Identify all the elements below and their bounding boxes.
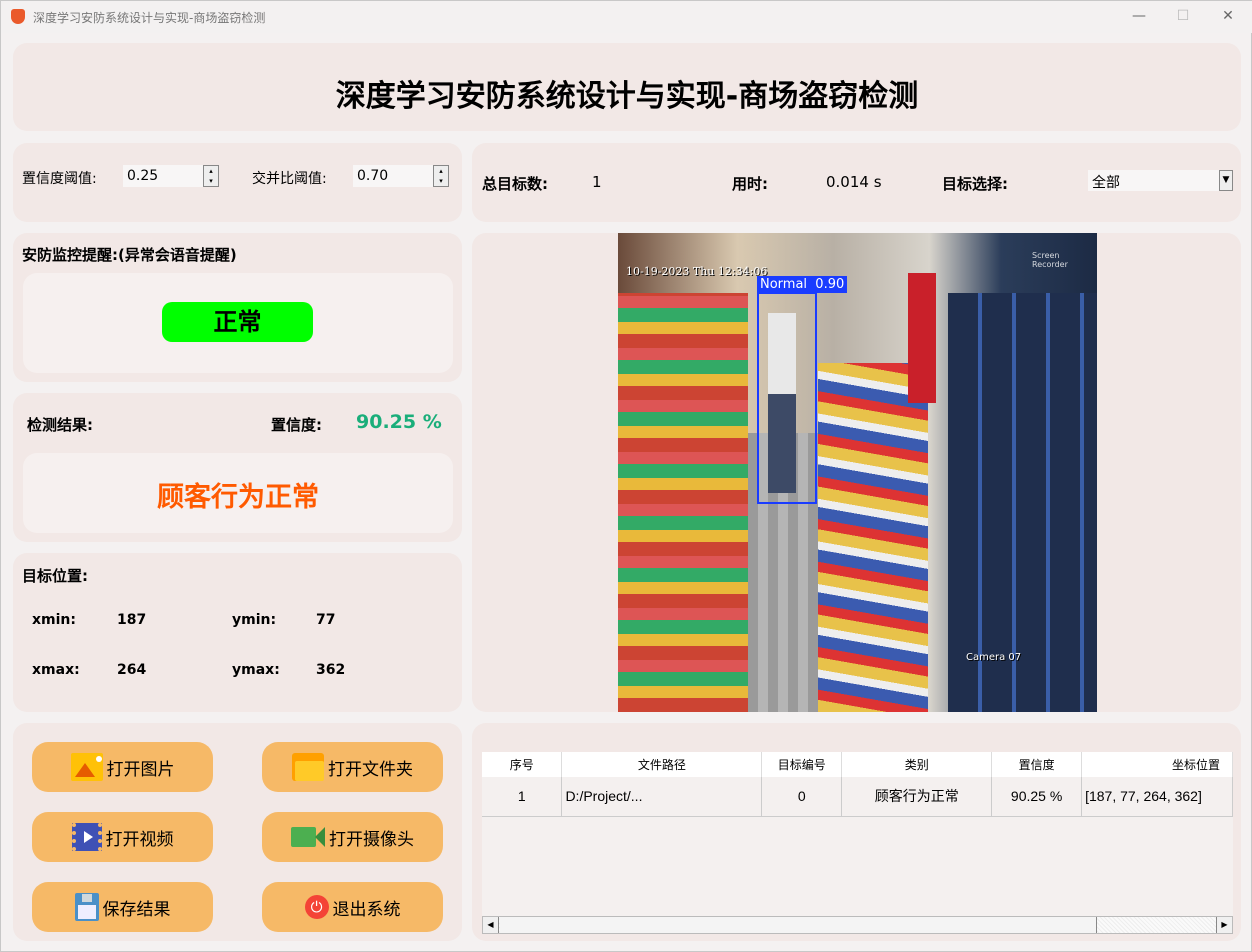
- page-title: 深度学习安防系统设计与实现-商场盗窃检测: [335, 79, 919, 114]
- exit-label: 退出系统: [332, 899, 401, 920]
- ymin-value: 77: [316, 612, 336, 628]
- horizontal-scrollbar[interactable]: ◀ ▶: [482, 916, 1233, 934]
- col-header-confidence[interactable]: 置信度: [991, 752, 1083, 777]
- xmax-label: xmax:: [32, 662, 80, 678]
- results-table: 序号 文件路径 目标编号 类别 置信度 坐标位置 1 D:/Project/..…: [482, 752, 1233, 817]
- save-results-label: 保存结果: [102, 899, 171, 920]
- stats-panel: 总目标数: 1 用时: 0.014 s 目标选择: 全部 ▼: [472, 143, 1241, 222]
- cell-class[interactable]: 顾客行为正常: [841, 777, 993, 817]
- open-folder-button[interactable]: 打开文件夹: [262, 742, 443, 792]
- col-header-path[interactable]: 文件路径: [561, 752, 763, 777]
- conf-threshold-spinbox[interactable]: 0.25 ▴ ▾: [123, 165, 219, 187]
- confidence-value: 90.25 %: [356, 411, 442, 433]
- conf-threshold-label: 置信度阈值:: [22, 171, 97, 187]
- window-title: 深度学习安防系统设计与实现-商场盗窃检测: [33, 11, 266, 25]
- folder-icon: [292, 753, 324, 781]
- col-header-target-id[interactable]: 目标编号: [761, 752, 843, 777]
- alert-box: 正常: [23, 273, 453, 373]
- open-folder-label: 打开文件夹: [328, 759, 413, 780]
- header-panel: 深度学习安防系统设计与实现-商场盗窃检测: [13, 43, 1241, 131]
- open-camera-button[interactable]: 打开摄像头: [262, 812, 443, 862]
- iou-threshold-spinbox[interactable]: 0.70 ▴ ▾: [353, 165, 449, 187]
- position-panel: 目标位置: xmin: 187 ymin: 77 xmax: 264 ymax:…: [13, 553, 462, 712]
- table-panel: 序号 文件路径 目标编号 类别 置信度 坐标位置 1 D:/Project/..…: [472, 723, 1241, 941]
- conf-threshold-value[interactable]: 0.25: [127, 168, 158, 184]
- shelf-center: [818, 363, 928, 712]
- total-targets-label: 总目标数:: [482, 175, 548, 193]
- scroll-left-icon[interactable]: ◀: [483, 917, 499, 933]
- video-icon: [71, 823, 102, 851]
- iou-threshold-value[interactable]: 0.70: [357, 168, 388, 184]
- shelf-left: [618, 293, 748, 712]
- watermark: Screen Recorder: [1032, 251, 1068, 269]
- cell-coords[interactable]: [187, 77, 264, 362]: [1081, 777, 1233, 817]
- open-video-button[interactable]: 打开视频: [32, 812, 213, 862]
- app-shield-icon: [11, 9, 25, 24]
- table-row[interactable]: 1 D:/Project/... 0 顾客行为正常 90.25 % [187, …: [482, 777, 1233, 817]
- save-results-button[interactable]: 保存结果: [32, 882, 213, 932]
- position-title: 目标位置:: [22, 567, 88, 585]
- open-image-label: 打开图片: [106, 759, 175, 780]
- alert-title: 安防监控提醒:(异常会语音提醒): [22, 246, 237, 264]
- timestamp-overlay: 10-19-2023 Thu 12:34:06: [626, 265, 768, 278]
- xmin-value: 187: [117, 612, 147, 628]
- alert-panel: 安防监控提醒:(异常会语音提醒) 正常: [13, 233, 462, 382]
- xmax-value: 264: [117, 662, 147, 678]
- table-header-row: 序号 文件路径 目标编号 类别 置信度 坐标位置: [482, 752, 1233, 777]
- image-icon: [70, 753, 103, 781]
- save-icon: [74, 893, 99, 921]
- total-targets-value: 1: [592, 173, 602, 191]
- scroll-right-icon[interactable]: ▶: [1216, 917, 1232, 933]
- ymin-label: ymin:: [232, 612, 277, 628]
- col-header-index[interactable]: 序号: [482, 752, 563, 777]
- spin-arrows-icon[interactable]: ▴ ▾: [203, 165, 219, 187]
- scrollbar-thumb[interactable]: [500, 917, 1097, 933]
- time-label: 用时:: [732, 175, 768, 193]
- result-label: 检测结果:: [27, 416, 93, 434]
- result-panel: 检测结果: 置信度: 90.25 % 顾客行为正常: [13, 393, 462, 542]
- detection-image: Normal 0.90 10-19-2023 Thu 12:34:06 Scre…: [618, 233, 1097, 712]
- fridges: [948, 293, 1097, 712]
- time-value: 0.014 s: [826, 173, 882, 191]
- coke-fridge: [908, 273, 936, 403]
- target-select-label: 目标选择:: [942, 175, 1008, 193]
- bounding-box-label: Normal 0.90: [757, 276, 848, 293]
- confidence-label: 置信度:: [271, 416, 322, 434]
- ymax-value: 362: [316, 662, 346, 678]
- col-header-class[interactable]: 类别: [841, 752, 993, 777]
- open-camera-label: 打开摄像头: [329, 829, 414, 850]
- iou-threshold-label: 交并比阈值:: [252, 171, 327, 187]
- minimize-button[interactable]: —: [1124, 5, 1154, 27]
- cell-confidence[interactable]: 90.25 %: [991, 777, 1083, 817]
- result-box: 顾客行为正常: [23, 453, 453, 533]
- cell-path[interactable]: D:/Project/...: [561, 777, 763, 817]
- camera-icon: [291, 823, 325, 851]
- ymax-label: ymax:: [232, 662, 280, 678]
- power-icon: ⏻: [304, 895, 329, 919]
- bounding-box: [757, 292, 817, 504]
- close-button[interactable]: ✕: [1213, 5, 1243, 27]
- target-select-dropdown[interactable]: 全部 ▼: [1088, 170, 1233, 191]
- chevron-down-icon[interactable]: ▼: [1219, 170, 1233, 191]
- col-header-coords[interactable]: 坐标位置: [1081, 752, 1233, 777]
- target-select-value[interactable]: 全部: [1092, 175, 1120, 191]
- xmin-label: xmin:: [32, 612, 76, 628]
- exit-button[interactable]: ⏻ 退出系统: [262, 882, 443, 932]
- cell-target-id[interactable]: 0: [761, 777, 843, 817]
- title-bar: 深度学习安防系统设计与实现-商场盗窃检测 — ☐ ✕: [1, 1, 1252, 33]
- spin-arrows-icon[interactable]: ▴ ▾: [433, 165, 449, 187]
- open-video-label: 打开视频: [105, 829, 174, 850]
- open-image-button[interactable]: 打开图片: [32, 742, 213, 792]
- params-panel: 置信度阈值: 0.25 ▴ ▾ 交并比阈值: 0.70 ▴ ▾: [13, 143, 462, 222]
- results-table-container: 序号 文件路径 目标编号 类别 置信度 坐标位置 1 D:/Project/..…: [482, 752, 1233, 934]
- cell-index[interactable]: 1: [482, 777, 563, 817]
- camera-label: Camera 07: [966, 652, 1022, 663]
- buttons-panel: 打开图片 打开文件夹 打开视频 打开摄像头 保存结果 ⏻ 退出系统: [13, 723, 462, 941]
- result-text: 顾客行为正常: [157, 482, 319, 513]
- status-badge: 正常: [162, 302, 313, 342]
- maximize-button[interactable]: ☐: [1168, 5, 1198, 27]
